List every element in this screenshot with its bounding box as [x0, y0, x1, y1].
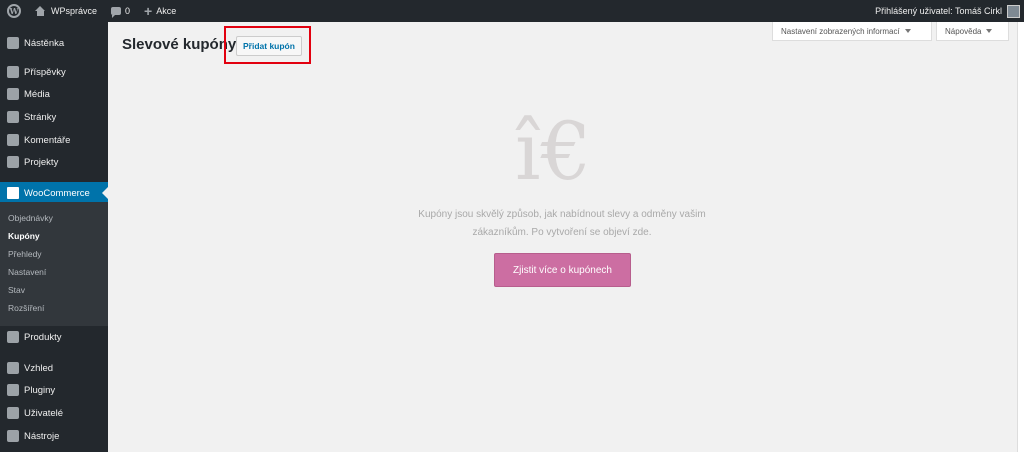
sidebar-item-label: Stránky	[24, 111, 57, 123]
comments-link[interactable]: 0	[104, 0, 137, 22]
box-icon	[7, 331, 19, 343]
comment-icon	[111, 7, 122, 18]
sidebar-item-posts[interactable]: Příspěvky	[0, 61, 108, 83]
learn-more-coupons-button[interactable]: Zjistit více o kupónech	[494, 253, 631, 287]
screen-options-button[interactable]: Nastavení zobrazených informací	[772, 22, 932, 41]
pin-icon	[7, 156, 19, 168]
pin-icon	[7, 66, 19, 78]
sidebar-item-users[interactable]: Uživatelé	[0, 402, 108, 424]
plus-icon: +	[144, 3, 153, 19]
sidebar-item-pages[interactable]: Stránky	[0, 106, 108, 128]
sidebar-item-label: WooCommerce	[24, 187, 90, 199]
sidebar-item-dashboard[interactable]: Nástěnka	[0, 32, 108, 54]
page-title: Slevové kupóny	[122, 36, 237, 53]
sidebar-item-label: Pluginy	[24, 384, 56, 396]
new-content-label: Akce	[156, 6, 177, 16]
sidebar-item-label: Nástěnka	[24, 37, 65, 49]
wp-logo-menu[interactable]: W	[0, 0, 28, 22]
sidebar-item-label: Příspěvky	[24, 66, 66, 78]
woocommerce-icon	[7, 187, 19, 199]
plugin-icon	[7, 384, 19, 396]
coupon-placeholder-icon: î€	[515, 105, 592, 198]
pages-icon	[7, 111, 19, 123]
admin-bar: W WPsprávce 0 + Akce Přihlášený uživatel…	[0, 0, 1024, 22]
sidebar-item-products[interactable]: Produkty	[0, 326, 108, 348]
empty-state-message: Kupóny jsou skvělý způsob, jak nabídnout…	[418, 209, 706, 238]
submenu-item-extensions[interactable]: Rozšíření	[8, 303, 44, 313]
sidebar-item-media[interactable]: Média	[0, 83, 108, 105]
sidebar-item-label: Nástroje	[24, 430, 60, 442]
sidebar-item-plugins[interactable]: Pluginy	[0, 379, 108, 401]
active-indicator	[102, 187, 108, 199]
wrench-icon	[7, 430, 19, 442]
avatar	[1007, 4, 1020, 18]
user-icon	[7, 407, 19, 419]
sidebar-item-label: Produkty	[24, 331, 62, 343]
screen-options-label: Nastavení zobrazených informací	[781, 26, 900, 36]
submenu-item-orders[interactable]: Objednávky	[8, 213, 53, 223]
sidebar-item-comments[interactable]: Komentáře	[0, 129, 108, 151]
sidebar-item-woocommerce[interactable]: WooCommerce	[0, 182, 108, 204]
sidebar-item-appearance[interactable]: Vzhled	[0, 357, 108, 379]
submenu-item-reports[interactable]: Přehledy	[8, 249, 42, 259]
caret-down-icon	[986, 29, 993, 33]
comments-count: 0	[125, 6, 131, 16]
caret-down-icon	[904, 29, 911, 33]
sidebar-item-tools[interactable]: Nástroje	[0, 425, 108, 447]
brush-icon	[7, 362, 19, 374]
admin-sidebar: Nástěnka Příspěvky Média Stránky Komentá…	[0, 22, 108, 452]
media-icon	[7, 88, 19, 100]
sidebar-item-label: Média	[24, 88, 50, 100]
submenu-item-status[interactable]: Stav	[8, 285, 25, 295]
home-icon	[35, 5, 46, 17]
sidebar-item-projects[interactable]: Projekty	[0, 151, 108, 173]
user-greeting: Přihlášený uživatel: Tomáš Cirkl	[875, 6, 1002, 16]
add-coupon-button[interactable]: Přidat kupón	[236, 36, 302, 56]
help-button[interactable]: Nápověda	[936, 22, 1009, 41]
sidebar-item-label: Projekty	[24, 156, 59, 168]
right-edge-panel	[1017, 22, 1024, 452]
wordpress-icon: W	[7, 4, 21, 18]
site-name-link[interactable]: WPsprávce	[28, 0, 104, 22]
site-name: WPsprávce	[51, 6, 98, 16]
woocommerce-submenu: Objednávky Kupóny Přehledy Nastavení Sta…	[0, 202, 108, 326]
sidebar-item-label: Vzhled	[24, 362, 54, 374]
my-account-menu[interactable]: Přihlášený uživatel: Tomáš Cirkl	[868, 0, 1024, 22]
sidebar-item-label: Uživatelé	[24, 407, 64, 419]
comment-icon	[7, 134, 19, 146]
sidebar-item-label: Komentáře	[24, 134, 71, 146]
new-content-menu[interactable]: + Akce	[137, 0, 183, 22]
submenu-item-coupons[interactable]: Kupóny	[8, 231, 40, 241]
help-label: Nápověda	[945, 26, 982, 36]
dashboard-icon	[7, 37, 19, 49]
submenu-item-settings[interactable]: Nastavení	[8, 267, 46, 277]
